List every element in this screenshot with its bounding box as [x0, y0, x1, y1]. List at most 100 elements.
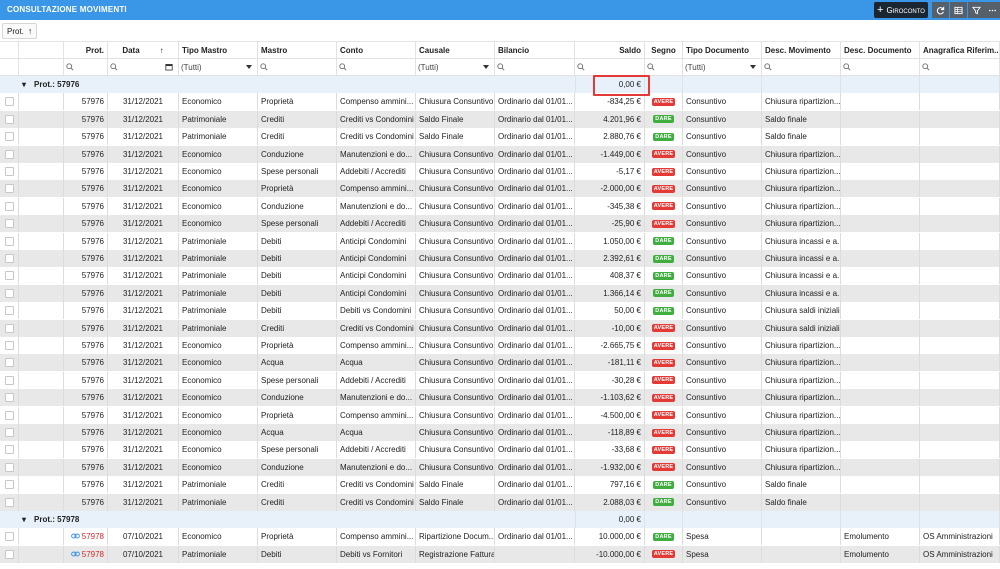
row-select-cell[interactable] [0, 371, 19, 389]
prot-link[interactable]: 57978 [82, 532, 104, 541]
row-select-cell[interactable] [0, 163, 19, 180]
link-icon[interactable] [70, 532, 82, 541]
row-checkbox[interactable] [4, 288, 14, 298]
filter-input-segno[interactable] [647, 61, 680, 74]
row-checkbox[interactable] [4, 428, 14, 437]
column-header-saldo[interactable]: Saldo [575, 42, 645, 59]
row-select-cell[interactable] [0, 145, 19, 163]
column-header-mastro[interactable]: Mastro [258, 42, 337, 59]
filter-input-mastro[interactable] [260, 61, 334, 74]
group-chip-prot[interactable]: Prot. ↑ [2, 23, 38, 39]
filter-cell-mastro[interactable] [258, 59, 337, 76]
row-select-cell[interactable] [0, 493, 19, 511]
row-checkbox[interactable] [4, 532, 14, 542]
row-checkbox[interactable] [4, 497, 14, 507]
table-row[interactable]: 57976 31/12/2021 Patrimoniale Debiti Debiti … [0, 302, 1000, 320]
filter-input-saldo[interactable] [577, 61, 642, 74]
row-select-cell[interactable] [0, 424, 19, 441]
row-select-cell[interactable] [0, 406, 19, 424]
column-header-causale[interactable]: Causale [416, 42, 495, 59]
table-layout-icon[interactable] [950, 2, 967, 18]
column-header-conto[interactable]: Conto [337, 42, 416, 59]
cell-prot[interactable]: 57978 [64, 545, 108, 563]
filter-icon[interactable] [968, 2, 985, 18]
giroconto-button[interactable]: + Giroconto [874, 2, 928, 18]
filter-input-causale[interactable]: (Tutti) [418, 61, 492, 74]
row-select-cell[interactable] [0, 458, 19, 476]
row-checkbox[interactable] [4, 393, 14, 403]
filter-cell-desc-movimento[interactable] [762, 59, 841, 76]
table-row[interactable]: 57978 07/10/2021 Patrimoniale Debiti Debiti … [0, 545, 1000, 563]
filter-input-tipo-documento[interactable]: (Tutti) [685, 61, 759, 74]
filter-cell-tipo-mastro[interactable]: (Tutti) [179, 59, 258, 76]
collapse-toggle-icon[interactable]: ▾ [22, 80, 26, 89]
row-checkbox[interactable] [4, 219, 14, 229]
row-checkbox[interactable] [4, 306, 14, 316]
row-select-cell[interactable] [0, 232, 19, 250]
row-select-cell[interactable] [0, 93, 19, 111]
table-row[interactable]: 57976 31/12/2021 Economico Conduzione Manute… [0, 145, 1000, 163]
row-select-cell[interactable] [0, 250, 19, 267]
more-icon[interactable] [985, 2, 1000, 18]
row-select-cell[interactable] [0, 180, 19, 198]
table-row[interactable]: 57976 31/12/2021 Economico Spese personali A… [0, 441, 1000, 459]
row-select-cell[interactable] [0, 354, 19, 372]
row-select-cell[interactable] [0, 197, 19, 215]
table-row[interactable]: 57976 31/12/2021 Patrimoniale Crediti Credit… [0, 493, 1000, 511]
row-checkbox[interactable] [4, 358, 14, 368]
table-row[interactable]: 57976 31/12/2021 Economico Proprietà Compens… [0, 180, 1000, 198]
table-row[interactable]: 57976 31/12/2021 Economico Spese personali A… [0, 371, 1000, 389]
row-checkbox[interactable] [4, 271, 14, 281]
row-select-cell[interactable] [0, 110, 19, 128]
column-header-desc-documento[interactable]: Desc. Documento [841, 42, 920, 59]
table-row[interactable]: 57976 31/12/2021 Economico Conduzione Manute… [0, 458, 1000, 476]
table-row[interactable]: 57976 31/12/2021 Economico Proprietà Compens… [0, 93, 1000, 111]
filter-input-desc-documento[interactable] [843, 61, 917, 74]
row-checkbox[interactable] [4, 549, 14, 559]
collapse-toggle-icon[interactable]: ▾ [22, 515, 26, 524]
row-select-cell[interactable] [0, 267, 19, 285]
group-row[interactable]: ▾ Prot.: 57976 0,00 € [0, 76, 1000, 93]
table-row[interactable]: 57976 31/12/2021 Economico Proprietà Compens… [0, 406, 1000, 424]
filter-cell-tipo-documento[interactable]: (Tutti) [683, 59, 762, 76]
row-checkbox[interactable] [4, 149, 14, 159]
row-select-cell[interactable] [0, 284, 19, 302]
table-row[interactable]: 57976 31/12/2021 Economico Spese personali A… [0, 215, 1000, 233]
table-row[interactable]: 57978 07/10/2021 Economico Proprietà Compens… [0, 528, 1000, 546]
filter-input-conto[interactable] [339, 61, 413, 74]
column-header-anagrafica[interactable]: Anagrafica Riferim... [920, 42, 1000, 59]
group-row[interactable]: ▾ Prot.: 57978 0,00 € [0, 511, 1000, 528]
filter-input-desc-movimento[interactable] [764, 61, 838, 74]
row-checkbox[interactable] [4, 323, 14, 333]
prot-link[interactable]: 57978 [82, 550, 104, 559]
row-select-cell[interactable] [0, 389, 19, 407]
filter-input-tipo-mastro[interactable]: (Tutti) [181, 61, 255, 74]
table-row[interactable]: 57976 31/12/2021 Patrimoniale Crediti Credit… [0, 128, 1000, 146]
filter-cell-anagrafica[interactable] [920, 59, 1000, 76]
filter-input-bilancio[interactable] [497, 61, 572, 74]
row-checkbox[interactable] [4, 375, 14, 385]
row-checkbox[interactable] [4, 236, 14, 246]
filter-cell-segno[interactable] [645, 59, 683, 76]
column-header-tipo-mastro[interactable]: Tipo Mastro [179, 42, 258, 59]
row-checkbox[interactable] [4, 97, 14, 107]
column-header-bilancio[interactable]: Bilancio [495, 42, 575, 59]
refresh-icon[interactable] [932, 2, 949, 18]
row-select-cell[interactable] [0, 215, 19, 233]
filter-cell-conto[interactable] [337, 59, 416, 76]
table-row[interactable]: 57976 31/12/2021 Patrimoniale Debiti Anticip… [0, 232, 1000, 250]
table-row[interactable]: 57976 31/12/2021 Patrimoniale Crediti Credit… [0, 110, 1000, 128]
table-row[interactable]: 57976 31/12/2021 Patrimoniale Debiti Anticip… [0, 284, 1000, 302]
table-row[interactable]: 57976 31/12/2021 Economico Conduzione Manute… [0, 389, 1000, 407]
filter-cell-bilancio[interactable] [495, 59, 575, 76]
row-checkbox[interactable] [4, 254, 14, 263]
table-row[interactable]: 57976 31/12/2021 Patrimoniale Crediti Credit… [0, 319, 1000, 337]
column-header-segno[interactable]: Segno [645, 42, 683, 59]
row-checkbox[interactable] [4, 462, 14, 472]
row-select-cell[interactable] [0, 302, 19, 320]
filter-input-data[interactable] [110, 61, 176, 74]
table-row[interactable]: 57976 31/12/2021 Economico Conduzione Manute… [0, 197, 1000, 215]
table-row[interactable]: 57976 31/12/2021 Economico Acqua Acqua Chiusu… [0, 424, 1000, 441]
filter-cell-desc-documento[interactable] [841, 59, 920, 76]
column-header-tipo-documento[interactable]: Tipo Documento [683, 42, 762, 59]
